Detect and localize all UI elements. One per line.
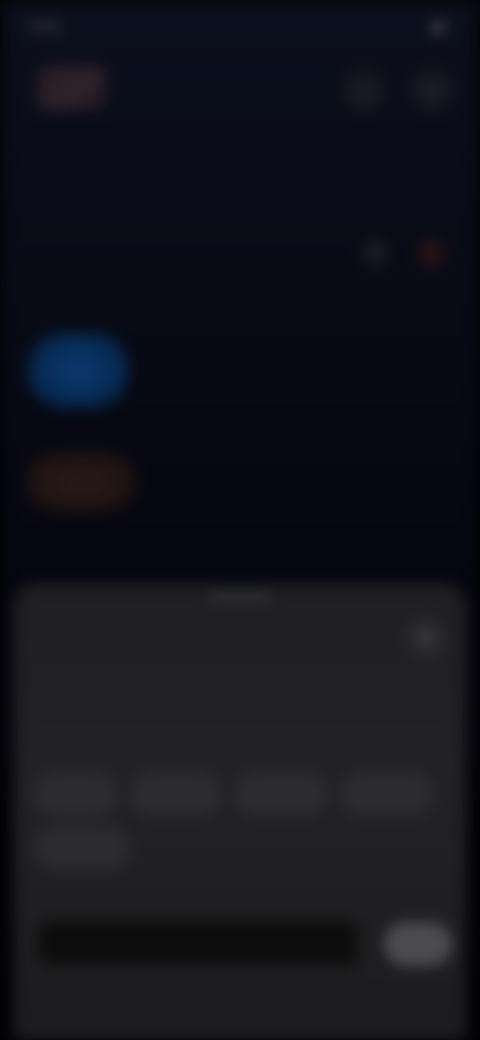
voice-call-button[interactable]: ☏ <box>410 68 454 112</box>
header-title <box>140 76 290 100</box>
send-button[interactable] <box>384 922 452 966</box>
status-time: 9:41 <box>30 19 62 36</box>
close-icon: ✕ <box>418 628 434 648</box>
sheet-subtitle <box>36 728 316 750</box>
sheet-title <box>36 688 286 724</box>
option-chip[interactable] <box>34 826 130 870</box>
chat-header: ▭ ☏ <box>0 56 480 124</box>
bottom-sheet: ✕ <box>14 584 466 1040</box>
alert-icon[interactable] <box>418 240 444 266</box>
sheet-drag-handle[interactable] <box>210 594 270 600</box>
chat-meta-text <box>28 244 168 264</box>
phone-icon: ☏ <box>420 80 444 100</box>
option-chip[interactable] <box>130 772 222 816</box>
option-chip[interactable] <box>34 772 118 816</box>
contact-avatar[interactable] <box>38 66 106 110</box>
input-label <box>38 888 238 908</box>
message-bubble-outgoing[interactable] <box>28 332 128 408</box>
message-text <box>22 306 312 330</box>
status-bar: 9:41 ▮▮ <box>0 0 480 56</box>
option-chip[interactable] <box>340 772 434 816</box>
info-icon[interactable] <box>362 240 388 266</box>
chat-area <box>0 124 480 584</box>
sheet-close-button[interactable]: ✕ <box>406 618 446 658</box>
video-icon: ▭ <box>355 80 373 100</box>
status-icons: ▮▮ <box>430 18 446 34</box>
video-call-button[interactable]: ▭ <box>342 68 386 112</box>
message-input[interactable] <box>38 920 358 966</box>
message-bubble-incoming[interactable] <box>26 452 136 512</box>
app-screen: 9:41 ▮▮ ▭ ☏ ✕ <box>0 0 480 1040</box>
option-chip[interactable] <box>234 772 328 816</box>
